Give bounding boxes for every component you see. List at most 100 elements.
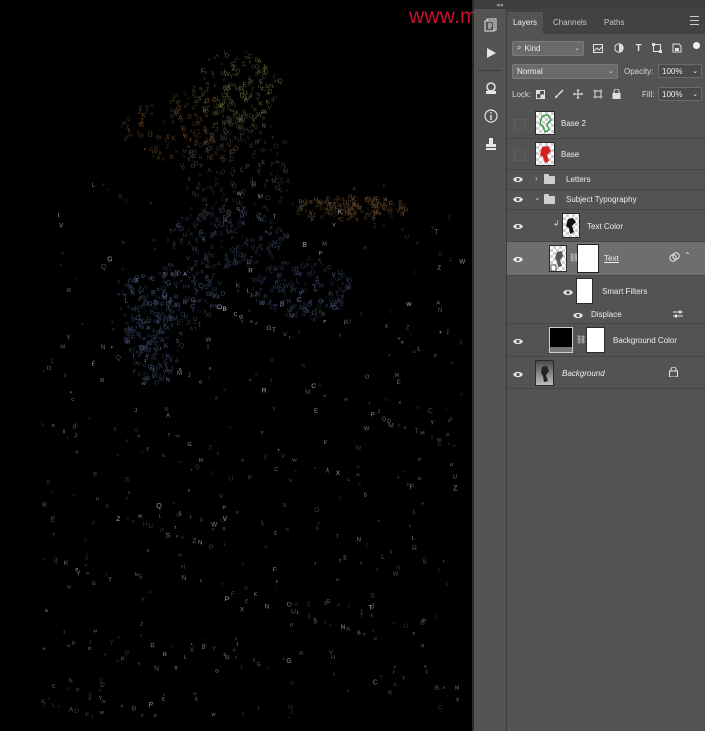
clone-source-button[interactable] [474,130,507,158]
svg-text:U: U [192,106,196,112]
panel-menu-icon[interactable] [690,16,699,25]
chevron-right-icon[interactable]: › [535,174,538,183]
svg-text:M: M [60,345,65,351]
layer-name[interactable]: Base [561,150,579,159]
layer-row-base-2[interactable]: Base 2 [507,108,705,139]
eye-icon[interactable] [513,221,523,231]
layer-name[interactable]: Background [562,369,605,378]
svg-text:X: X [448,442,451,446]
svg-text:U: U [240,116,245,123]
layer-name[interactable]: Text [604,254,619,263]
tab-paths[interactable]: Paths [598,12,630,34]
eye-icon[interactable] [573,310,583,320]
layer-row-background[interactable]: Background [507,357,705,389]
svg-text:M: M [258,193,264,200]
properties-button[interactable] [474,74,507,102]
svg-text:E: E [188,177,192,183]
layer-name[interactable]: Displace [591,310,622,319]
eye-icon[interactable] [513,174,523,184]
layer-name[interactable]: Background Color [613,336,677,345]
svg-text:R: R [412,546,417,553]
svg-text:O: O [155,380,160,386]
type-filter-icon[interactable]: T [633,43,644,54]
layer-name[interactable]: Base 2 [561,119,586,128]
svg-text:S: S [169,154,174,161]
smart-object-filter-icon[interactable] [671,43,682,54]
svg-text:G: G [191,163,196,170]
smart-filter-mask-thumbnail[interactable] [576,278,593,304]
eye-icon[interactable] [513,336,523,346]
layer-row-smart-filters[interactable]: Smart Filters [507,276,705,306]
eye-icon[interactable] [513,194,523,204]
svg-text:H: H [128,133,133,140]
layer-mask-thumbnail[interactable] [586,327,605,353]
svg-text:G: G [132,519,135,523]
blend-mode-select[interactable]: Normal ⌄ [512,63,618,79]
history-tool-button[interactable] [474,11,507,39]
adjustment-filter-icon[interactable] [613,43,624,54]
filter-kind-select[interactable]: ⌕ Kind ⌄ [512,40,584,56]
opacity-field[interactable]: 100% ⌄ [658,64,702,78]
eye-icon[interactable] [513,254,523,264]
fill-value: 100% [662,89,683,99]
layer-row-letters-group[interactable]: › Letters [507,170,705,190]
visibility-toggle[interactable] [514,150,525,161]
svg-text:X: X [256,69,259,74]
lock-position-icon[interactable] [572,89,583,100]
filter-toggle-icon[interactable] [693,42,700,49]
svg-text:G: G [92,581,96,587]
svg-text:X: X [398,400,401,405]
search-icon: ⌕ [517,43,522,52]
svg-text:F: F [440,330,443,335]
svg-text:F: F [221,142,224,147]
svg-text:D: D [225,53,230,60]
document-canvas[interactable]: LKMMDOLUGKLQLGWQFYCMAWCDBDKTSWAXRZUVQLME… [0,0,472,731]
shape-filter-icon[interactable] [651,43,662,54]
info-button[interactable] [474,102,507,130]
fill-field[interactable]: 100% ⌄ [658,87,702,101]
svg-text:T: T [108,578,112,584]
svg-text:X: X [240,606,244,613]
svg-text:G: G [187,442,191,448]
svg-text:P: P [139,361,142,367]
layer-mask-thumbnail[interactable] [578,245,598,272]
layer-name[interactable]: Subject Typography [566,195,637,204]
svg-text:W: W [437,437,442,443]
layer-row-displace[interactable]: Displace [507,306,705,324]
layer-name[interactable]: Text Color [587,222,623,231]
eye-icon[interactable] [563,287,573,297]
link-chain-icon[interactable]: ⛓ [576,335,586,344]
collapse-icon[interactable]: ◂◂ [474,0,506,9]
svg-text:P: P [394,666,397,670]
layer-row-base[interactable]: Base [507,139,705,170]
svg-text:S: S [186,319,191,326]
layer-name[interactable]: Smart Filters [602,287,647,296]
actions-play-button[interactable] [474,39,507,67]
pixel-filter-icon[interactable] [592,43,603,54]
svg-text:N: N [256,93,260,99]
lock-pixels-brush-icon[interactable] [553,89,564,100]
lock-all-icon[interactable] [611,89,622,100]
layer-row-text-color[interactable]: ↲ Text Color [507,210,705,242]
filter-options-icon[interactable] [673,310,683,320]
layer-name[interactable]: Letters [566,175,590,184]
svg-text:G: G [151,303,156,310]
tab-channels[interactable]: Channels [547,12,593,34]
chevron-down-icon: ⌄ [574,44,580,52]
svg-text:Z: Z [142,346,145,352]
svg-text:V: V [218,280,223,287]
visibility-toggle[interactable] [514,119,525,130]
collapse-effects-icon[interactable]: ⌃ [684,251,691,260]
tab-layers[interactable]: Layers [507,12,544,34]
lock-artboard-icon[interactable] [592,89,603,100]
svg-text:Z: Z [351,197,354,202]
svg-text:Y: Y [66,335,71,342]
chevron-down-icon[interactable]: ⌄ [534,193,541,202]
layer-row-background-color[interactable]: ⛓ Background Color [507,324,705,357]
lock-transparent-icon[interactable] [535,89,546,100]
svg-text:O: O [303,199,308,205]
eye-icon[interactable] [513,369,523,379]
layer-row-subject-typography-group[interactable]: ⌄ Subject Typography [507,190,705,210]
layer-row-text[interactable]: ⛓ Text ⌃ [507,242,705,276]
svg-text:W: W [252,277,258,284]
